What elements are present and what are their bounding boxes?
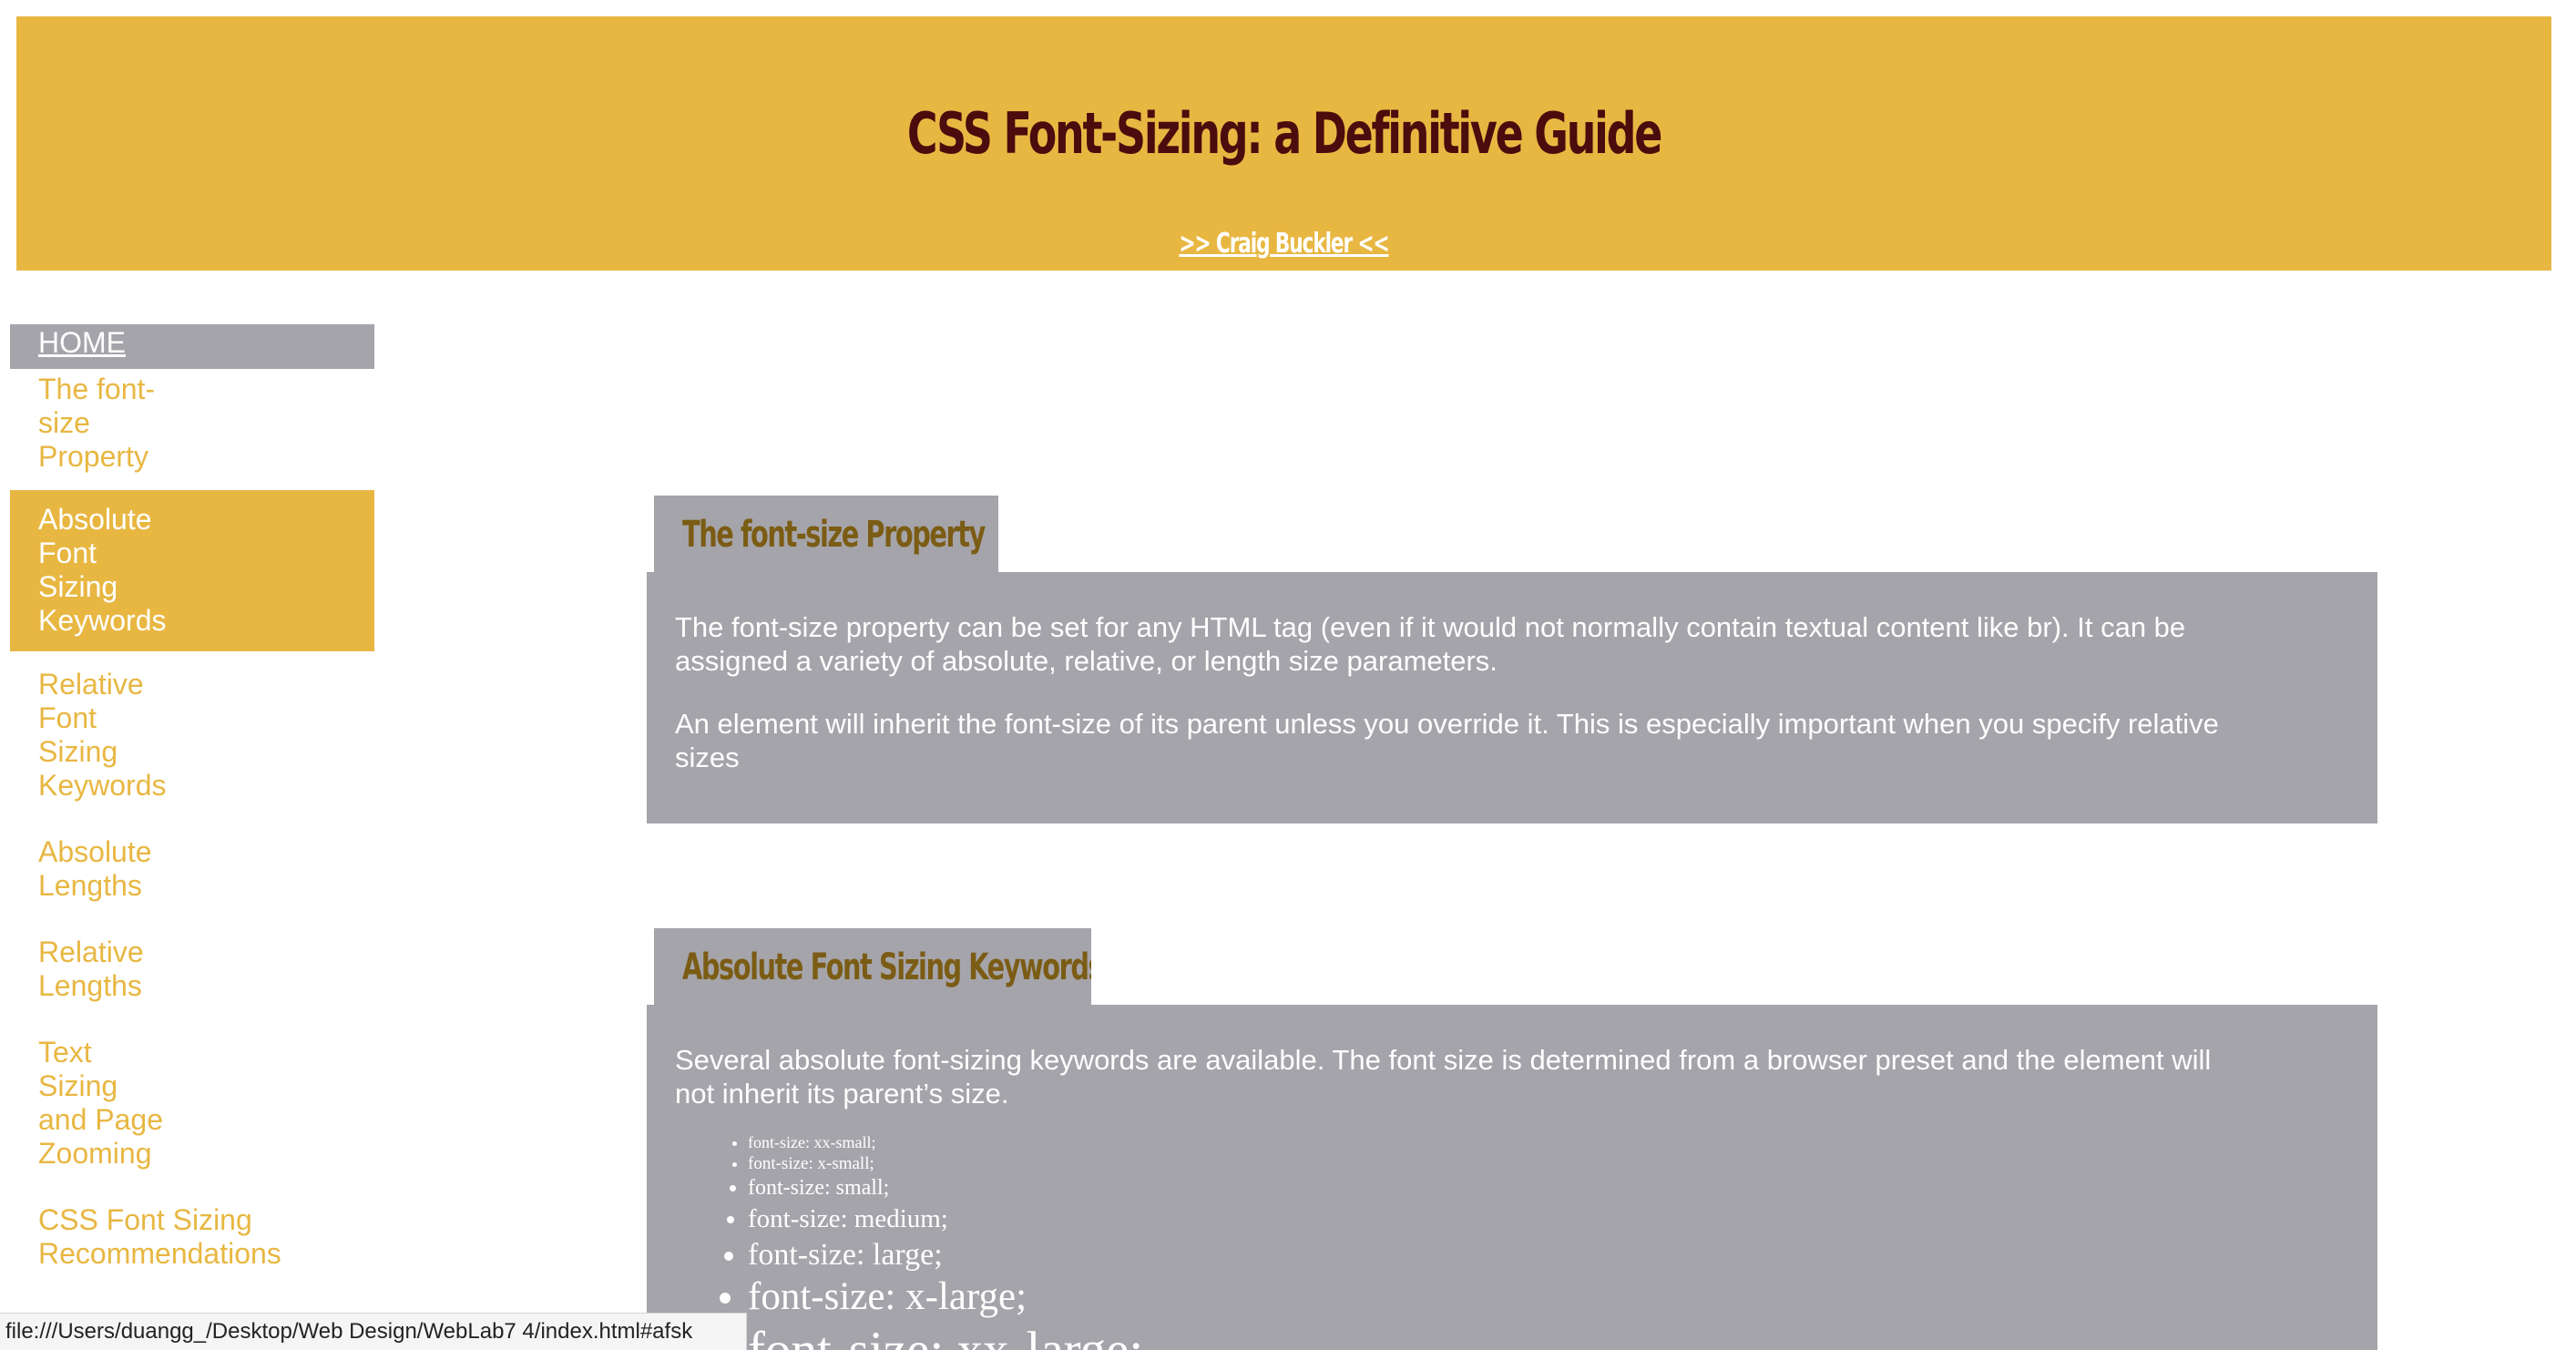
keyword-item: font-size: medium; [748,1202,2349,1236]
nav-item-label: Relative Lengths [38,936,144,1002]
nav-item-label: HOME [38,326,126,359]
nav-item-label: Absolute Lengths [38,835,152,902]
nav-item-text-sizing-zooming[interactable]: Text Sizing and Page Zooming [10,1034,374,1172]
page-title: CSS Font-Sizing: a Definitive Guide [906,100,1663,167]
section-body-absolute-keywords: Several absolute font-sizing keywords ar… [647,1005,2377,1350]
keyword-item: font-size: large; [748,1236,2349,1273]
keyword-item: font-size: small; [748,1174,2349,1202]
nav-item-label: Relative Font Sizing Keywords [38,668,167,802]
section-heading-absolute-keywords: Absolute Font Sizing Keywords [654,928,1091,1007]
keyword-item: font-size: xx-large; [748,1321,2349,1350]
author-link[interactable]: >> Craig Buckler << [372,228,2197,260]
nav-item-absolute-lengths[interactable]: Absolute Lengths [10,834,374,905]
nav-item-absolute-keywords[interactable]: Absolute Font Sizing Keywords [10,490,374,651]
paragraph: Several absolute font-sizing keywords ar… [675,1044,2212,1110]
nav-item-label: The font-size Property [38,373,156,473]
nav-item-relative-keywords[interactable]: Relative Font Sizing Keywords [10,666,374,804]
sidebar-nav: HOME The font-size Property Absolute Fon… [10,324,374,1273]
keyword-item: font-size: x-small; [748,1153,2349,1174]
section-body-font-size-property: The font-size property can be set for an… [647,572,2377,823]
section-heading-text: Absolute Font Sizing Keywords [682,946,1091,989]
paragraph: An element will inherit the font-size of… [675,708,2219,773]
nav-item-label: Absolute Font Sizing Keywords [38,503,167,637]
nav-item-recommendations[interactable]: CSS Font Sizing Recommendations [10,1202,374,1273]
keyword-item: font-size: x-large; [748,1273,2349,1321]
nav-item-font-size-property[interactable]: The font-size Property [10,371,374,476]
paragraph: The font-size property can be set for an… [675,611,2186,677]
nav-item-label: Text Sizing and Page Zooming [38,1036,164,1170]
nav-item-relative-lengths[interactable]: Relative Lengths [10,934,374,1005]
nav-item-label: CSS Font Sizing Recommendations [38,1203,281,1270]
keyword-list: font-size: xx-small; font-size: x-small;… [675,1132,2349,1350]
nav-item-home[interactable]: HOME [10,324,374,369]
section-heading-font-size-property: The font-size Property [654,496,998,575]
keyword-item: font-size: xx-small; [748,1132,2349,1153]
status-bar-url: file:///Users/duangg_/Desktop/Web Design… [0,1313,747,1350]
page-header: CSS Font-Sizing: a Definitive Guide >> C… [16,16,2551,271]
section-heading-text: The font-size Property [682,514,986,557]
